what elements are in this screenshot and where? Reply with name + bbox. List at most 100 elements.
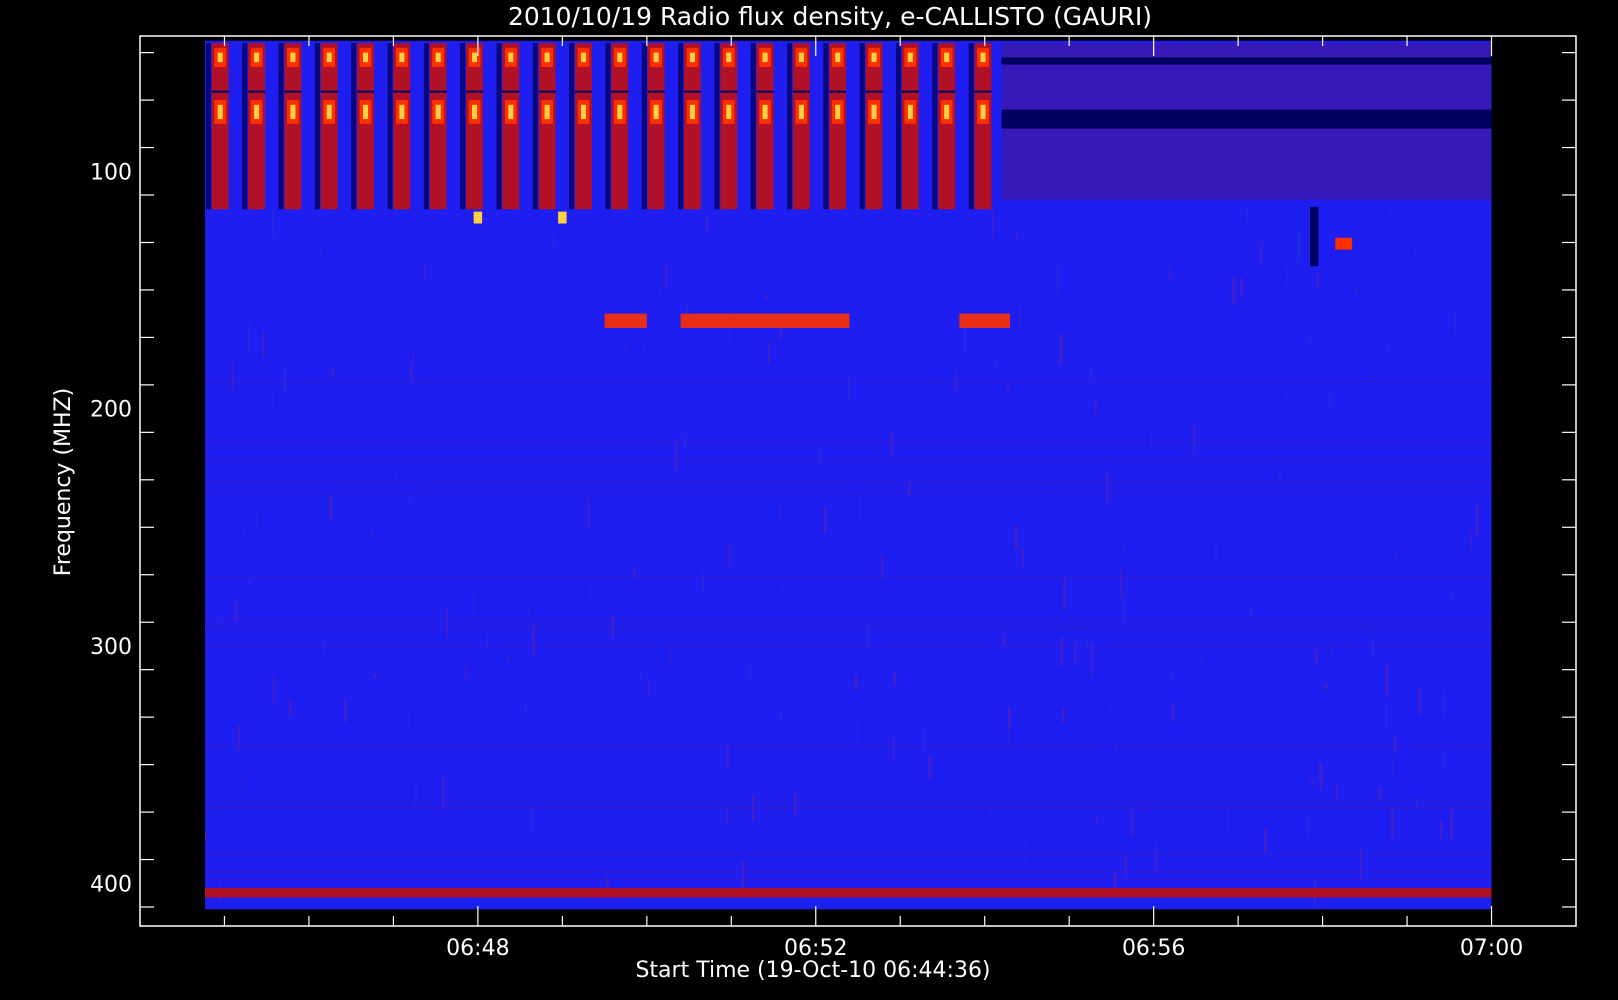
noise-streak — [1200, 655, 1204, 662]
noise-streak — [1260, 242, 1263, 264]
burst-peak — [217, 52, 223, 63]
noise-streak — [794, 792, 797, 816]
burst-dark-row — [284, 90, 302, 93]
noise-streak — [702, 542, 705, 549]
noise-line — [205, 482, 1492, 484]
noise-streak — [601, 471, 604, 477]
noise-streak — [276, 718, 279, 744]
noise-streak — [767, 342, 770, 364]
noise-streak — [665, 260, 667, 292]
burst-column — [466, 43, 483, 210]
noise-streak — [1263, 828, 1267, 853]
noise-streak — [1096, 816, 1098, 827]
noise-streak — [854, 674, 858, 691]
noise-streak — [1395, 552, 1397, 563]
noise-streak — [205, 831, 207, 843]
noise-streak — [613, 403, 615, 419]
burst-peak — [471, 52, 478, 63]
noise-streak — [725, 808, 729, 824]
burst-peak — [726, 52, 732, 63]
burst-gap — [351, 43, 357, 210]
noise-streak — [1131, 810, 1134, 836]
burst-column — [248, 43, 266, 210]
burst-gap — [605, 43, 611, 210]
burst-dark-row — [974, 90, 992, 93]
burst-dark-row — [429, 90, 447, 93]
burst-dark-row — [466, 90, 483, 93]
noise-streak — [1391, 754, 1393, 775]
noise-streak — [1120, 570, 1123, 601]
noise-streak — [489, 391, 492, 419]
noise-streak — [823, 360, 825, 367]
noise-streak — [283, 363, 287, 397]
spot-mark — [1335, 237, 1353, 250]
noise-streak — [1115, 743, 1117, 752]
noise-streak — [892, 733, 895, 763]
noise-streak — [1184, 393, 1186, 406]
burst-column — [284, 43, 302, 210]
burst-column — [756, 43, 774, 210]
noise-streak — [319, 246, 322, 255]
noise-streak — [249, 657, 251, 676]
burst-gap — [278, 43, 284, 210]
noise-streak — [1391, 807, 1394, 838]
noise-streak — [908, 481, 911, 498]
noise-streak — [1232, 277, 1236, 306]
burst-column — [429, 43, 447, 210]
burst-gap — [714, 43, 720, 210]
noise-streak — [241, 777, 243, 789]
burst-dark-row — [502, 90, 520, 93]
noise-streak — [262, 331, 265, 357]
noise-streak — [1415, 797, 1419, 810]
noise-streak — [272, 675, 275, 704]
noise-streak — [465, 664, 467, 683]
burst-peak — [326, 52, 332, 63]
noise-streak — [1122, 592, 1126, 624]
burst-peak — [871, 52, 877, 63]
noise-streak — [1018, 304, 1021, 327]
noise-streak — [1308, 759, 1310, 777]
quiet-dark-band — [1001, 57, 1492, 65]
noise-streak — [414, 780, 418, 810]
noise-streak — [1325, 683, 1328, 691]
burst-peak — [980, 52, 986, 63]
noise-streak — [1169, 266, 1171, 283]
noise-streak — [1074, 635, 1076, 668]
noise-streak — [779, 711, 783, 724]
noise-streak — [559, 665, 561, 670]
noise-streak — [1115, 680, 1117, 706]
burst-peak — [580, 52, 587, 63]
noise-streak — [867, 539, 869, 549]
noise-streak — [1172, 700, 1175, 724]
noise-streak — [532, 623, 535, 656]
y-tick-label: 400 — [90, 872, 132, 897]
noise-streak — [344, 698, 347, 723]
burst-gap — [678, 43, 684, 210]
noise-line — [205, 870, 1492, 872]
noise-streak — [373, 673, 377, 679]
noise-streak — [210, 211, 213, 218]
burst-column — [393, 43, 411, 210]
burst-peak — [217, 104, 223, 120]
burst-peak — [508, 52, 514, 63]
noise-streak — [922, 730, 925, 749]
band-mark — [680, 313, 850, 328]
noise-streak — [1258, 501, 1260, 508]
noise-streak — [819, 446, 822, 466]
burst-dark-row — [611, 90, 629, 93]
burst-column — [211, 43, 229, 210]
noise-streak — [1056, 261, 1059, 294]
noise-streak — [408, 492, 412, 506]
burst-gap — [896, 43, 902, 210]
burst-peak — [726, 104, 732, 120]
noise-streak — [1425, 854, 1427, 862]
noise-streak — [272, 207, 275, 239]
spot-mark — [558, 211, 567, 224]
noise-streak — [231, 360, 234, 394]
noise-streak — [1360, 848, 1363, 878]
burst-peak — [762, 104, 768, 120]
burst-dark-row — [575, 90, 592, 93]
burst-peak — [944, 104, 950, 120]
noise-streak — [992, 210, 994, 238]
noise-streak — [1318, 759, 1320, 780]
